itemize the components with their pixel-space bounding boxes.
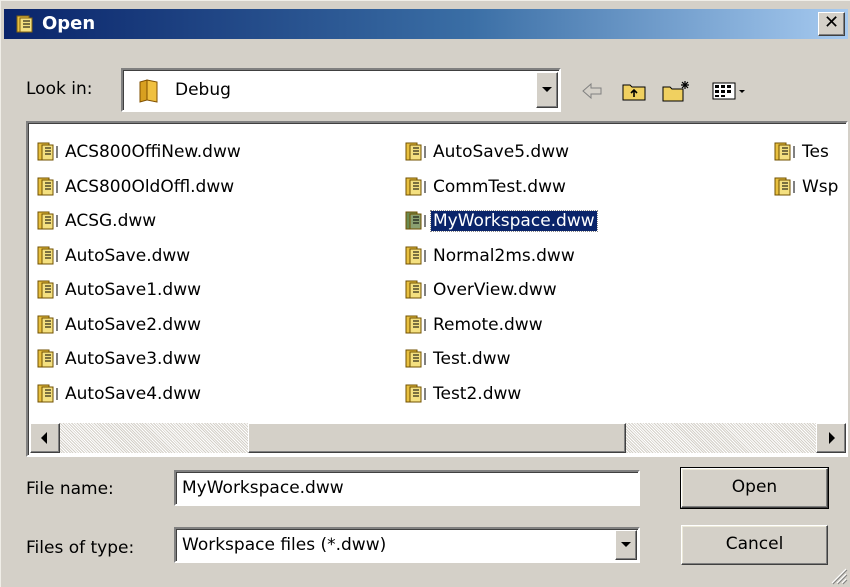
workspace-file-icon [405, 142, 426, 161]
workspace-file-icon [405, 349, 426, 368]
file-item-label: ACS800OffiNew.dww [65, 142, 241, 162]
file-item[interactable]: MyWorkspace.dww [404, 208, 598, 234]
up-folder-icon[interactable] [621, 79, 649, 103]
files-of-type-dropdown-button[interactable] [615, 530, 637, 560]
scroll-left-button[interactable] [30, 423, 60, 453]
file-list[interactable]: ACS800OffiNew.dww ACS800OldOffl.dww ACSG.d… [26, 121, 848, 457]
workspace-file-icon [405, 280, 426, 299]
files-of-type-dropdown[interactable]: Workspace files (*.dww) [174, 527, 640, 563]
open-dialog: Open ✕ Look in: Debug ACS800OffiNew.dww … [0, 0, 850, 587]
file-item[interactable]: Tes [773, 139, 831, 165]
folder-icon [139, 79, 158, 103]
workspace-file-icon [37, 315, 58, 333]
file-item-label: Test2.dww [433, 383, 522, 404]
file-item[interactable]: AutoSave2.dww [36, 312, 203, 338]
file-item[interactable]: AutoSave.dww [36, 243, 192, 269]
file-item[interactable]: Remote.dww [404, 312, 545, 338]
arrow-right-icon [829, 432, 835, 444]
open-button[interactable]: Open [680, 467, 829, 509]
close-icon: ✕ [823, 12, 840, 33]
file-item[interactable]: AutoSave1.dww [36, 277, 203, 303]
chevron-down-icon [542, 87, 552, 92]
workspace-file-icon [405, 384, 426, 402]
file-item-label: AutoSave2.dww [65, 314, 202, 335]
workspace-file-icon [37, 246, 58, 264]
workspace-file-icon [405, 246, 426, 264]
file-item[interactable]: Test2.dww [404, 381, 523, 407]
workspace-app-icon [16, 15, 33, 33]
chevron-down-icon [621, 542, 631, 547]
files-of-type-label: Files of type: [26, 538, 135, 558]
file-item[interactable]: Test.dww [404, 346, 512, 372]
file-item[interactable]: Normal2ms.dww [404, 243, 577, 269]
workspace-file-icon [405, 177, 426, 195]
file-item-label: AutoSave4.dww [65, 383, 202, 404]
workspace-file-icon [774, 142, 795, 161]
scroll-right-button[interactable] [816, 423, 846, 453]
file-item-label: AutoSave5.dww [433, 142, 570, 162]
horizontal-scrollbar[interactable] [30, 423, 846, 453]
file-item-label: Test.dww [433, 349, 511, 369]
workspace-file-icon [37, 142, 58, 161]
workspace-file-icon [37, 384, 58, 402]
file-item-label: Remote.dww [433, 314, 543, 335]
file-item-label: AutoSave.dww [65, 245, 191, 266]
look-in-label: Look in: [26, 79, 93, 99]
file-item-label: ACSG.dww [65, 211, 157, 231]
cancel-button[interactable]: Cancel [681, 525, 828, 565]
workspace-file-icon [37, 280, 58, 299]
close-button[interactable]: ✕ [818, 12, 845, 36]
view-menu-icon[interactable] [711, 79, 749, 103]
files-of-type-value: Workspace files (*.dww) [182, 535, 387, 555]
look-in-value: Debug [175, 80, 231, 100]
file-item[interactable]: AutoSave3.dww [36, 346, 203, 372]
title-bar[interactable]: Open ✕ [4, 9, 848, 39]
file-item-label: MyWorkspace.dww [430, 210, 598, 232]
look-in-dropdown-button[interactable] [536, 72, 558, 108]
file-name-label: File name: [26, 479, 114, 499]
file-item[interactable]: ACS800OffiNew.dww [36, 139, 243, 165]
window-title: Open [42, 13, 96, 34]
file-item-label: OverView.dww [433, 280, 557, 300]
file-item[interactable]: AutoSave4.dww [36, 381, 203, 407]
back-arrow-icon[interactable] [579, 79, 605, 103]
file-item[interactable]: CommTest.dww [404, 174, 568, 200]
file-name-input[interactable]: MyWorkspace.dww [174, 470, 640, 506]
file-item-label: Normal2ms.dww [433, 245, 575, 266]
file-item[interactable]: AutoSave5.dww [404, 139, 571, 165]
look-in-dropdown[interactable]: Debug [121, 68, 561, 112]
new-folder-icon[interactable] [661, 79, 693, 103]
file-item[interactable]: Wsp [773, 174, 840, 200]
file-item-label: AutoSave3.dww [65, 349, 202, 369]
file-item-label: ACS800OldOffl.dww [65, 176, 235, 197]
workspace-file-icon [405, 211, 426, 230]
scrollbar-thumb[interactable] [248, 423, 626, 453]
file-item-label: AutoSave1.dww [65, 280, 202, 300]
workspace-file-icon [37, 177, 58, 195]
workspace-file-icon [405, 315, 426, 333]
workspace-file-icon [37, 349, 58, 368]
workspace-file-icon [37, 211, 58, 230]
workspace-file-icon [774, 177, 795, 195]
file-item[interactable]: ACSG.dww [36, 208, 158, 234]
file-item-label: Tes [802, 142, 829, 162]
file-item[interactable]: OverView.dww [404, 277, 559, 303]
file-item-label: CommTest.dww [433, 176, 566, 197]
file-item-label: Wsp [802, 176, 839, 197]
arrow-left-icon [41, 432, 47, 444]
file-item[interactable]: ACS800OldOffl.dww [36, 174, 236, 200]
resize-grip-icon[interactable] [828, 565, 848, 585]
